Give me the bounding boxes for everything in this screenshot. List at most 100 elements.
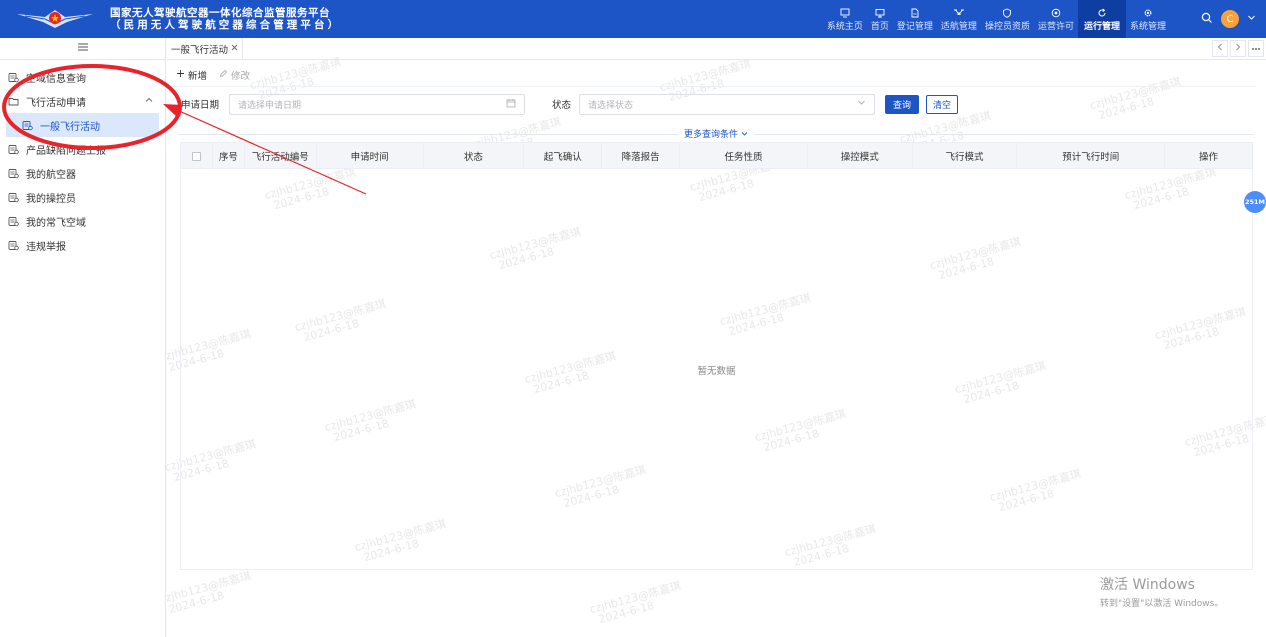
watermark: czjhb123@陈嘉琪2024-6-18 bbox=[158, 569, 255, 617]
edit-label: 修改 bbox=[231, 71, 251, 82]
edit-icon bbox=[219, 69, 228, 81]
date-placeholder: 请选择申请日期 bbox=[238, 100, 302, 111]
nav-registration[interactable]: 登记管理 bbox=[893, 0, 937, 38]
edit-button[interactable]: 修改 bbox=[219, 68, 250, 82]
column-header: 起飞确认 bbox=[524, 143, 603, 169]
avatar[interactable]: C bbox=[1221, 10, 1239, 28]
column-header: 任务性质 bbox=[680, 143, 808, 169]
nav-operation-license[interactable]: 运营许可 bbox=[1034, 0, 1078, 38]
database-icon bbox=[8, 192, 20, 203]
toolbar-divider bbox=[170, 86, 1256, 87]
more-filters-toggle[interactable]: 更多查询条件 bbox=[678, 127, 754, 140]
column-header: 操控模式 bbox=[808, 143, 913, 169]
nav-airworthiness[interactable]: 适航管理 bbox=[937, 0, 981, 38]
monitor-icon bbox=[840, 6, 850, 19]
sidebar-item-my-airspace[interactable]: 我的常飞空域 bbox=[0, 209, 165, 233]
nav-system-home[interactable]: 系统主页 bbox=[823, 0, 867, 38]
column-header: 飞行活动编号 bbox=[245, 143, 317, 169]
nav-system-management[interactable]: 系统管理 bbox=[1126, 0, 1170, 38]
sidebar-item-my-aircraft[interactable]: 我的航空器 bbox=[0, 161, 165, 185]
nav-label: 操控员资质 bbox=[984, 22, 1030, 32]
column-header: 预计飞行时间 bbox=[1017, 143, 1166, 169]
calendar-icon bbox=[506, 98, 516, 111]
nav-label: 登记管理 bbox=[896, 22, 933, 32]
top-nav: 系统主页 首页 登记管理 适航管理 操控员资质 运营许可 运行管理 系统管理 bbox=[823, 0, 1170, 38]
sidebar-item-my-operators[interactable]: 我的操控员 bbox=[0, 185, 165, 209]
nav-operation-management[interactable]: 运行管理 bbox=[1077, 0, 1126, 38]
sidebar-item-label: 我的航空器 bbox=[26, 169, 76, 181]
column-header: 状态 bbox=[424, 143, 525, 169]
watermark-line1: czjhb123@陈嘉琪 bbox=[588, 579, 683, 617]
database-icon bbox=[8, 144, 20, 155]
platform-title: 国家无人驾驶航空器一体化综合监管服务平台 （民用无人驾驶航空器综合管理平台） bbox=[110, 7, 341, 31]
status-placeholder: 请选择状态 bbox=[588, 100, 634, 111]
watermark-line2: 2024-6-18 bbox=[597, 598, 656, 627]
platform-title-line2: （民用无人驾驶航空器综合管理平台） bbox=[110, 19, 342, 31]
watermark-line1: czjhb123@陈嘉琪 bbox=[158, 569, 253, 607]
more-filters-divider: 更多查询条件 bbox=[178, 127, 1254, 140]
database-icon bbox=[8, 216, 20, 227]
tab-scroll-right-button[interactable] bbox=[1230, 40, 1246, 57]
sidebar-item-label: 产品缺陷问题上报 bbox=[26, 145, 106, 157]
tab-general-flight[interactable]: 一般飞行活动 bbox=[167, 37, 244, 60]
select-all-checkbox[interactable] bbox=[191, 151, 201, 161]
column-header: 序号 bbox=[213, 143, 245, 169]
add-label: 新增 bbox=[188, 71, 208, 82]
tab-scroll-left-button[interactable] bbox=[1212, 40, 1228, 57]
desktop-icon bbox=[875, 6, 885, 19]
add-button[interactable]: 新增 bbox=[176, 68, 207, 82]
close-icon[interactable] bbox=[231, 43, 238, 54]
watermark: czjhb123@陈嘉琪2024-6-18 bbox=[1088, 75, 1185, 123]
tab-more-button[interactable] bbox=[1248, 40, 1264, 57]
sidebar-item-label: 违规举报 bbox=[26, 241, 66, 253]
column-header: 飞行模式 bbox=[913, 143, 1018, 169]
plus-icon bbox=[176, 69, 185, 81]
clear-button[interactable]: 清空 bbox=[926, 94, 959, 114]
hamburger-icon[interactable] bbox=[77, 43, 88, 54]
badge-icon bbox=[1051, 6, 1061, 19]
windows-notice-title: 激活 Windows bbox=[1100, 577, 1195, 593]
watermark-line1: czjhb123@陈嘉琪 bbox=[1088, 75, 1183, 113]
chevron-down-icon bbox=[857, 98, 866, 110]
more-filters-label: 更多查询条件 bbox=[684, 130, 739, 140]
nav-label: 运营许可 bbox=[1037, 22, 1074, 32]
column-header: 操作 bbox=[1199, 152, 1219, 163]
database-icon bbox=[8, 72, 20, 83]
nav-label: 首页 bbox=[870, 22, 889, 32]
sidebar-item-label: 我的操控员 bbox=[26, 193, 76, 205]
chevron-down-icon[interactable] bbox=[1247, 13, 1256, 25]
header-user-area: C bbox=[1201, 0, 1256, 38]
watermark-line2: 2024-6-18 bbox=[1097, 94, 1156, 123]
sidebar-item-defect-report[interactable]: 产品缺陷问题上报 bbox=[0, 137, 165, 161]
database-icon bbox=[8, 168, 20, 179]
nav-home[interactable]: 首页 bbox=[867, 0, 893, 38]
flight-activity-table: 序号 飞行活动编号 申请时间 状态 起飞确认 降落报告 任务性质 操控模式 飞行… bbox=[180, 142, 1253, 570]
table-header: 序号 飞行活动编号 申请时间 状态 起飞确认 降落报告 任务性质 操控模式 飞行… bbox=[181, 143, 1252, 169]
column-header: 降落报告 bbox=[602, 143, 681, 169]
sidebar-item-flight-application[interactable]: 飞行活动申请 bbox=[0, 89, 165, 113]
refresh-icon bbox=[1097, 6, 1107, 19]
sidebar-item-airspace-query[interactable]: 空域信息查询 bbox=[0, 65, 165, 89]
drone-icon bbox=[953, 6, 965, 19]
watermark-line1: czjhb123@陈嘉琪 bbox=[658, 57, 753, 95]
search-button[interactable]: 查询 bbox=[885, 94, 920, 114]
date-label: 申请日期 bbox=[181, 100, 220, 111]
chevron-up-icon[interactable] bbox=[145, 96, 153, 107]
nav-operator-qualification[interactable]: 操控员资质 bbox=[981, 0, 1034, 38]
sidebar-item-general-flight[interactable]: 一般飞行活动 bbox=[6, 113, 159, 137]
watermark: czjhb123@陈嘉琪2024-6-18 bbox=[588, 579, 685, 627]
status-select[interactable]: 请选择状态 bbox=[579, 93, 876, 115]
sidebar-collapse-toggle[interactable] bbox=[0, 38, 165, 60]
action-toolbar: 新增 修改 bbox=[176, 66, 250, 84]
database-icon bbox=[22, 120, 34, 131]
gear-icon bbox=[1143, 6, 1153, 19]
tab-label: 一般飞行活动 bbox=[171, 44, 229, 56]
date-picker-input[interactable]: 请选择申请日期 bbox=[229, 93, 526, 115]
floating-memory-badge[interactable]: 251M bbox=[1244, 191, 1266, 213]
search-icon[interactable] bbox=[1201, 12, 1213, 27]
shield-icon bbox=[1002, 6, 1012, 19]
sidebar-item-violation-report[interactable]: 违规举报 bbox=[0, 233, 165, 257]
platform-title-line1: 国家无人驾驶航空器一体化综合监管服务平台 bbox=[110, 7, 330, 19]
sidebar-item-label: 我的常飞空域 bbox=[26, 217, 86, 229]
windows-notice-subtitle: 转到"设置"以激活 Windows。 bbox=[1100, 599, 1224, 609]
